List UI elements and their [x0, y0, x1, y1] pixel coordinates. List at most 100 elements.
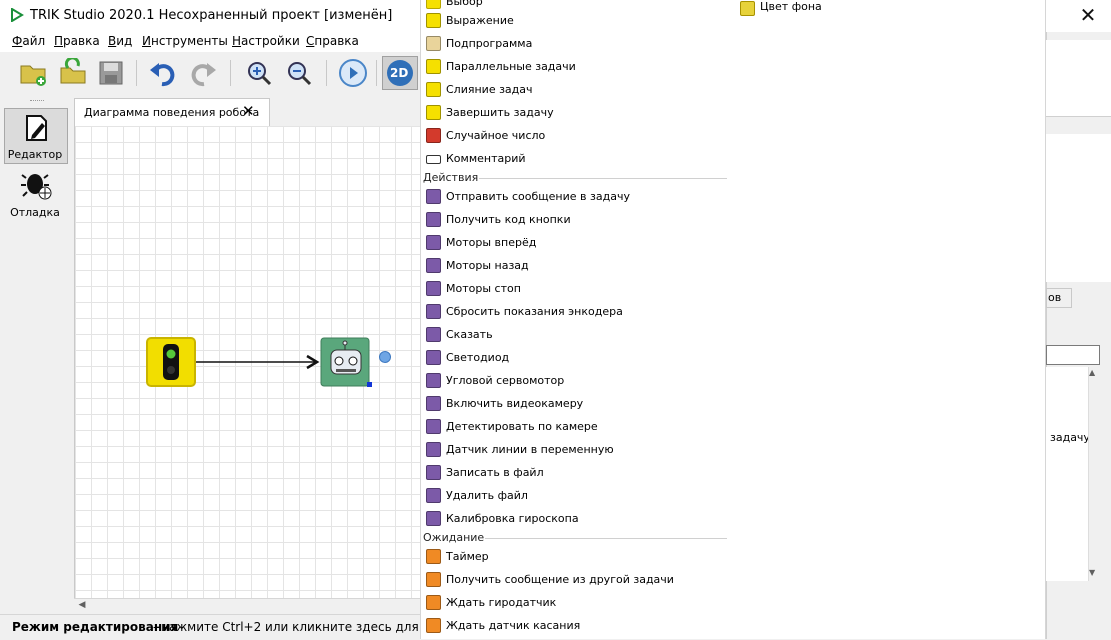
palette-item[interactable]: Моторы стоп — [424, 279, 728, 299]
menu-file[interactable]: Файл — [12, 34, 45, 48]
zoom-in-icon[interactable] — [244, 58, 274, 88]
palette-item-label: Датчик линии в переменную — [446, 443, 614, 456]
palette-item[interactable]: Слияние задач — [424, 80, 728, 100]
palette-item[interactable]: Детектировать по камере — [424, 417, 728, 437]
palette-item[interactable]: Сбросить показания энкодера — [424, 302, 728, 322]
palette-item[interactable]: Отправить сообщение в задачу — [424, 187, 728, 207]
2d-model-label: 2D — [390, 66, 409, 80]
zoom-out-icon[interactable] — [284, 58, 314, 88]
canvas-horizontal-scrollbar[interactable] — [74, 598, 420, 615]
save-icon[interactable] — [96, 58, 126, 88]
right-dock-panel — [1046, 40, 1111, 116]
initial-node[interactable] — [146, 337, 196, 387]
palette-item-label: Ждать датчик касания — [446, 619, 581, 632]
property-editor-panel[interactable] — [1046, 134, 1111, 282]
palette-item[interactable]: Моторы вперёд — [424, 233, 728, 253]
diagram-scene — [146, 337, 391, 387]
palette-item-label: Светодиод — [446, 351, 510, 364]
send-message-icon — [426, 189, 441, 204]
palette-item[interactable]: Ждать датчик касания — [424, 616, 728, 636]
menu-help[interactable]: Справка — [306, 34, 359, 48]
palette-item-label: Слияние задач — [446, 83, 533, 96]
palette-item-label: Угловой сервомотор — [446, 374, 565, 387]
diagram-canvas[interactable] — [74, 126, 421, 598]
detect-icon — [426, 419, 441, 434]
new-project-icon[interactable] — [18, 58, 48, 88]
palette-item-label: Записать в файл — [446, 466, 544, 479]
wait-gyro-icon — [426, 595, 441, 610]
wait-touch-icon — [426, 618, 441, 633]
menu-edit[interactable]: Правка — [54, 34, 100, 48]
link-handle[interactable] — [379, 351, 391, 363]
palette-item-label: Удалить файл — [446, 489, 528, 502]
palette-item[interactable]: Таймер — [424, 547, 728, 567]
debug-bug-icon[interactable] — [20, 168, 54, 202]
mode-debug-label[interactable]: Отладка — [0, 206, 70, 219]
motors-stop-icon — [426, 281, 441, 296]
palette-item[interactable]: Включить видеокамеру — [424, 394, 728, 414]
menu-view[interactable]: Вид — [108, 34, 132, 48]
camera-icon — [426, 396, 441, 411]
expression-icon — [426, 13, 441, 28]
toolbar-separator — [230, 60, 231, 86]
menu-tools[interactable]: Инструменты — [142, 34, 228, 48]
tab-label: Диаграмма поведения робота — [84, 106, 260, 119]
palette-item-label: Сбросить показания энкодера — [446, 305, 623, 318]
scroll-up-arrow-icon[interactable]: ▲ — [1089, 368, 1095, 377]
palette-item[interactable]: Моторы назад — [424, 256, 728, 276]
toolbar-separator — [326, 60, 327, 86]
right-dock-list-item[interactable]: задачу — [1050, 431, 1090, 444]
palette-item[interactable]: Выражение — [424, 11, 728, 31]
scroll-down-arrow-icon[interactable]: ▼ — [1089, 568, 1095, 577]
editor-icon — [26, 115, 47, 141]
menu-settings[interactable]: Настройки — [232, 34, 300, 48]
palette-section-actions: Действия — [423, 171, 479, 184]
palette-item[interactable]: Ждать гиродатчик — [424, 593, 728, 613]
palette-item-label: Таймер — [446, 550, 489, 563]
palette-item[interactable]: Удалить файл — [424, 486, 728, 506]
redo-icon[interactable] — [188, 58, 218, 88]
palette-section-waiting: Ожидание — [423, 531, 485, 544]
palette-search-input[interactable] — [1046, 345, 1100, 365]
fork-icon — [426, 59, 441, 74]
panel-grip[interactable] — [30, 100, 44, 103]
section-divider — [485, 538, 727, 539]
palette-item-label: Моторы назад — [446, 259, 529, 272]
robot-action-node[interactable] — [320, 337, 372, 387]
palette-item-label: Случайное число — [446, 129, 546, 142]
button-code-icon — [426, 212, 441, 227]
palette-item[interactable]: Получить сообщение из другой задачи — [424, 570, 728, 590]
open-project-icon[interactable] — [58, 58, 88, 88]
gyro-calibration-icon — [426, 511, 441, 526]
palette-item-background-color[interactable]: Цвет фона — [738, 0, 1042, 16]
undo-icon[interactable] — [148, 58, 178, 88]
toolbar-separator — [136, 60, 137, 86]
palette-item[interactable]: Угловой сервомотор — [424, 371, 728, 391]
run-icon[interactable] — [338, 58, 368, 88]
palette-item-label: Включить видеокамеру — [446, 397, 584, 410]
palette-item[interactable]: Параллельные задачи — [424, 57, 728, 77]
right-dock-vertical-scrollbar[interactable] — [1088, 367, 1102, 581]
palette-item-label: Подпрограмма — [446, 37, 533, 50]
say-icon — [426, 327, 441, 342]
right-dock-list[interactable] — [1046, 367, 1088, 581]
kill-thread-icon — [426, 105, 441, 120]
palette-item[interactable]: Записать в файл — [424, 463, 728, 483]
palette-item[interactable]: Получить код кнопки — [424, 210, 728, 230]
palette-item[interactable]: Завершить задачу — [424, 103, 728, 123]
palette-item[interactable]: Подпрограмма — [424, 34, 728, 54]
comment-icon — [426, 155, 441, 164]
palette-item-label: Сказать — [446, 328, 493, 341]
2d-model-button[interactable]: 2D — [382, 56, 418, 90]
palette-item[interactable]: Датчик линии в переменную — [424, 440, 728, 460]
scroll-left-arrow-icon[interactable]: ◀ — [76, 598, 88, 612]
palette-item[interactable]: Сказать — [424, 325, 728, 345]
close-window-button[interactable]: ✕ — [1076, 4, 1100, 28]
palette-item[interactable]: Случайное число — [424, 126, 728, 146]
palette-item[interactable]: Светодиод — [424, 348, 728, 368]
palette-item[interactable]: Комментарий — [424, 149, 728, 169]
palette-item-label: Получить код кнопки — [446, 213, 571, 226]
status-hint-text[interactable]: - нажмите Ctrl+2 или кликните здесь для … — [153, 620, 418, 634]
tab-close-icon[interactable]: ✕ — [242, 104, 255, 119]
palette-item[interactable]: Калибровка гироскопа — [424, 509, 728, 529]
